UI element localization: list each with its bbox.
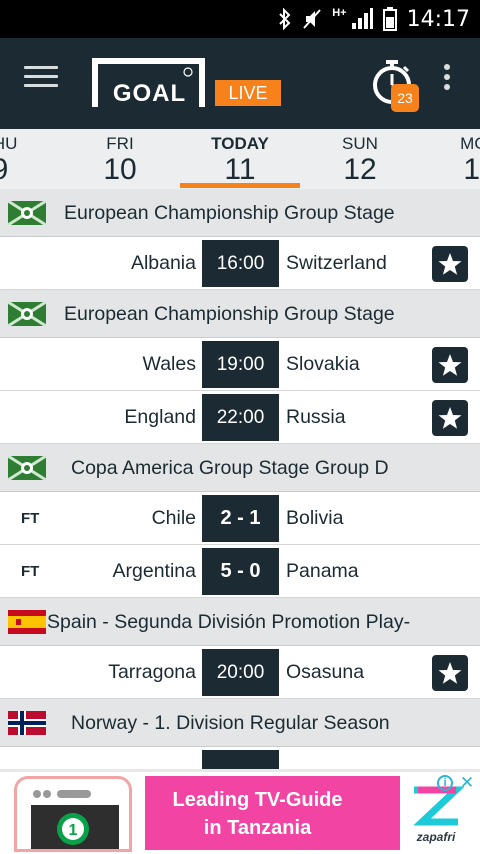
match-list[interactable]: European Championship Group Stage Albani… (0, 189, 480, 769)
kickoff-time (202, 750, 279, 769)
tab-date-fri[interactable]: FRI 10 (60, 129, 180, 189)
favorite-button[interactable] (432, 400, 468, 436)
ad-banner[interactable]: 1 Leading TV-Guide in Tanzania zapafri i… (0, 769, 480, 854)
home-team: Chile (151, 507, 196, 529)
match-status: FT (21, 563, 40, 580)
tab-date-number: 12 (343, 153, 377, 186)
spain-flag-icon (8, 610, 46, 634)
tab-date-number: 13 (463, 153, 480, 186)
tab-day-label: MON (460, 134, 480, 153)
logo-text: GOAL (112, 80, 187, 107)
star-icon (438, 253, 462, 275)
ad-headline: Leading TV-Guide in Tanzania (145, 786, 370, 842)
kickoff-time: 19:00 (202, 341, 279, 388)
tab-date-thu[interactable]: THU 9 (0, 129, 60, 189)
match-row[interactable]: Albania 16:00 Switzerland (0, 237, 480, 290)
goal-logo: GOAL (92, 58, 207, 107)
ad-phone-image: 1 (14, 776, 132, 852)
favorite-button[interactable] (432, 347, 468, 383)
norway-flag-icon (8, 711, 46, 735)
svg-text:1: 1 (69, 822, 78, 839)
status-bar: H+ 14:17 (0, 0, 480, 38)
star-icon (438, 407, 462, 429)
match-row[interactable]: Wales 19:00 Slovakia (0, 338, 480, 391)
match-row[interactable]: Tarragona 20:00 Osasuna (0, 646, 480, 699)
match-row[interactable] (0, 747, 480, 769)
away-team: Osasuna (286, 661, 365, 683)
home-team: England (124, 406, 196, 428)
match-score: 5 - 0 (202, 548, 279, 595)
kickoff-time: 16:00 (202, 240, 279, 287)
bluetooth-icon (278, 8, 292, 30)
away-team: Panama (286, 560, 359, 582)
kickoff-time: 22:00 (202, 394, 279, 441)
app-bar: GOAL LIVE 23 (0, 38, 480, 129)
competition-name: European Championship Group Stage (64, 202, 395, 224)
competition-name: Spain - Segunda División Promotion Play- (47, 611, 411, 633)
status-icons: H+ 14:17 (278, 0, 470, 38)
date-tab-bar: THU 9 FRI 10 TODAY 11 SUN 12 MON 13 (0, 129, 480, 189)
tab-day-label: FRI (106, 134, 134, 153)
timer-count-badge: 23 (391, 84, 419, 112)
competition-header[interactable]: Spain - Segunda División Promotion Play- (0, 598, 480, 646)
signal-icon (351, 8, 373, 30)
star-icon (438, 354, 462, 376)
match-score: 2 - 1 (202, 495, 279, 542)
tab-day-label: TODAY (211, 134, 269, 153)
ad-headline-line2: in Tanzania (203, 817, 312, 839)
competition-header[interactable]: European Championship Group Stage (0, 189, 480, 237)
more-vert-icon (444, 64, 450, 70)
ad-brand: zapafri (416, 830, 456, 844)
match-row[interactable]: FT Argentina 5 - 0 Panama (0, 545, 480, 598)
star-icon (438, 662, 462, 684)
ad-headline-line1: Leading TV-Guide (172, 789, 343, 811)
tab-date-mon[interactable]: MON 13 (420, 129, 480, 189)
overflow-menu-button[interactable] (436, 64, 458, 98)
menu-button[interactable] (24, 66, 58, 96)
network-type-label: H+ (332, 7, 347, 19)
ad-close-icon[interactable]: ✕ (458, 774, 476, 792)
away-team: Switzerland (286, 252, 387, 274)
away-team: Slovakia (286, 353, 360, 375)
competition-name: European Championship Group Stage (64, 303, 395, 325)
tab-date-number: 9 (0, 154, 60, 186)
competition-header[interactable]: European Championship Group Stage (0, 290, 480, 338)
phone-illustration-icon: 1 (31, 790, 119, 849)
active-tab-indicator (180, 183, 300, 188)
international-flag-icon (8, 456, 46, 480)
away-team: Bolivia (286, 507, 344, 529)
hamburger-icon (24, 66, 58, 69)
competition-header[interactable]: Norway - 1. Division Regular Season (0, 699, 480, 747)
favorite-button[interactable] (432, 655, 468, 691)
favorite-button[interactable] (432, 246, 468, 282)
tab-day-label: THU (0, 134, 18, 153)
competition-header[interactable]: Copa America Group Stage Group D (0, 444, 480, 492)
international-flag-icon (8, 302, 46, 326)
competition-name: Norway - 1. Division Regular Season (71, 712, 390, 734)
tab-day-label: SUN (342, 134, 378, 153)
match-row[interactable]: England 22:00 Russia (0, 391, 480, 444)
home-team: Argentina (112, 560, 196, 582)
tab-date-today[interactable]: TODAY 11 (180, 129, 300, 189)
international-flag-icon (8, 201, 46, 225)
home-team: Tarragona (108, 661, 196, 683)
tab-date-number: 11 (224, 153, 256, 186)
live-badge[interactable]: LIVE (215, 80, 281, 106)
match-row[interactable]: FT Chile 2 - 1 Bolivia (0, 492, 480, 545)
ad-info-icon[interactable]: i (437, 775, 453, 791)
away-team: Russia (286, 406, 346, 428)
tab-date-sun[interactable]: SUN 12 (300, 129, 420, 189)
home-team: Albania (130, 252, 196, 274)
home-team: Wales (142, 353, 196, 375)
battery-icon (382, 7, 397, 31)
mute-icon (302, 8, 322, 30)
competition-name: Copa America Group Stage Group D (71, 457, 389, 479)
tab-date-number: 10 (103, 153, 137, 186)
match-status: FT (21, 510, 40, 527)
zapafri-logo-icon (413, 786, 464, 826)
kickoff-time: 20:00 (202, 649, 279, 696)
clock: 14:17 (406, 6, 470, 32)
